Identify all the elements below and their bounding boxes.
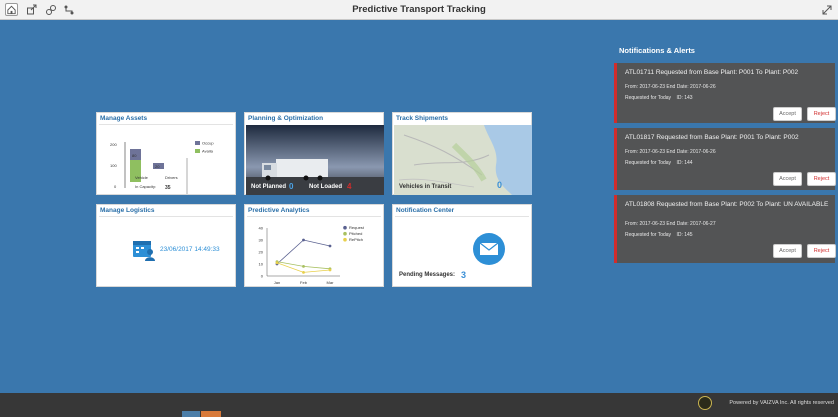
- vehicles-label: Vehicles in Transit: [399, 184, 452, 190]
- requested-text: Requested for Today: [625, 160, 672, 166]
- requested-text: Requested for Today: [625, 95, 672, 101]
- data-point: [328, 268, 332, 272]
- x-tick-label: Feb: [300, 280, 308, 285]
- y-tick: 0: [114, 184, 117, 189]
- accept-button[interactable]: Accept: [773, 107, 802, 121]
- data-point: [302, 271, 305, 274]
- notification-title: ATL01817 Requested from Base Plant: P001…: [625, 134, 799, 141]
- bar-label: Drivers: [165, 175, 178, 180]
- divider: [99, 216, 233, 217]
- taskbar-tab[interactable]: [182, 411, 200, 417]
- legend-label: Request: [349, 225, 365, 230]
- legend-label: Pitched: [349, 231, 362, 236]
- data-point: [275, 261, 279, 265]
- calendar-user-icon: [133, 241, 155, 261]
- y-tick-label: 20: [259, 250, 264, 255]
- reject-button[interactable]: Reject: [807, 107, 836, 121]
- footer-text: Powered by VAIZVA Inc. All rights reserv…: [729, 400, 834, 406]
- x-tick-label: Mar: [327, 280, 335, 285]
- legend-marker: [343, 225, 347, 230]
- datetime: 23/06/2017 14:49:33: [160, 246, 220, 253]
- bar-value: 80: [132, 153, 137, 158]
- notification-dates: From: 2017-06-23 End Date: 2017-06-27: [625, 221, 716, 227]
- data-point: [328, 244, 332, 248]
- company-logo: [698, 396, 712, 410]
- notification-requested: Requested for Today ID: 143: [625, 95, 693, 101]
- request-id: ID: 143: [676, 95, 693, 101]
- legend-label: Availa: [202, 149, 214, 154]
- divider: [395, 216, 529, 217]
- legend-swatch: [195, 149, 200, 153]
- reject-button[interactable]: Reject: [807, 244, 836, 258]
- requested-text: Requested for Today: [625, 232, 672, 238]
- predictive-analytics-tile[interactable]: Predictive Analytics 0 10 20 30 40 Jan Feb Mar R…: [244, 204, 384, 287]
- app-title: Predictive Transport Tracking: [352, 4, 486, 15]
- y-tick: 100: [110, 163, 117, 168]
- notification-center-tile[interactable]: Notification Center Pending Messages: 3: [392, 204, 532, 287]
- y-tick-label: 10: [259, 262, 264, 267]
- notification-dates: From: 2017-06-23 End Date: 2017-06-26: [625, 84, 716, 90]
- request-id: ID: 145: [676, 232, 693, 238]
- series-line: [276, 239, 331, 265]
- tile-title: Manage Logistics: [100, 207, 155, 214]
- predictive-line-chart: 0 10 20 30 40 Jan Feb Mar RequestPitchedRePitch: [259, 225, 365, 285]
- data-point: [302, 238, 305, 242]
- footer: Powered by VAIZVA Inc. All rights reserv…: [0, 393, 838, 417]
- request-id: ID: 144: [676, 160, 693, 166]
- legend-label: Occup: [202, 141, 214, 146]
- notification-title: ATL01808 Requested from Base Plant: P002…: [625, 201, 829, 208]
- legend-swatch: [195, 141, 200, 145]
- data-point: [302, 265, 305, 268]
- top-bar: Predictive Transport Tracking: [0, 0, 838, 20]
- notification-requested: Requested for Today ID: 145: [625, 232, 693, 238]
- x-tick-label: Jan: [274, 280, 280, 285]
- track-shipments-tile[interactable]: Track Shipments Vehicles in Transit 0: [392, 112, 532, 195]
- y-tick-label: 30: [259, 238, 264, 243]
- manage-assets-tile[interactable]: Manage Assets 200 100 0 80 20 Vehicle Dr…: [96, 112, 236, 195]
- bar-value: 20: [155, 164, 160, 169]
- tile-title: Track Shipments: [396, 115, 449, 122]
- not-loaded-label: Not Loaded: [309, 184, 342, 190]
- notification-card: ATL01808 Requested from Base Plant: P002…: [614, 195, 836, 263]
- vehicles-value: 0: [497, 180, 503, 190]
- y-tick-label: 40: [259, 226, 264, 231]
- notification-card: ATL01817 Requested from Base Plant: P001…: [614, 128, 836, 190]
- capacity-label: In Capacity:: [135, 184, 156, 189]
- capacity-value: 35: [165, 185, 171, 191]
- notification-requested: Requested for Today ID: 144: [625, 160, 693, 166]
- not-loaded-value: 4: [347, 182, 352, 191]
- notification-dates: From: 2017-06-23 End Date: 2017-06-26: [625, 149, 716, 155]
- pending-value: 3: [461, 270, 467, 280]
- expand-icon[interactable]: [820, 3, 833, 16]
- notifications-header: Notifications & Alerts: [619, 46, 695, 55]
- bar-label: Vehicle: [135, 175, 149, 180]
- y-tick-label: 0: [261, 274, 264, 279]
- accept-button[interactable]: Accept: [773, 244, 802, 258]
- legend-marker: [343, 231, 347, 236]
- assets-bar-chart: 200 100 0 80 20 Vehicle Drivers In Capac…: [110, 141, 214, 194]
- y-tick: 200: [110, 142, 117, 147]
- tile-title: Planning & Optimization: [248, 115, 324, 122]
- planning-tile[interactable]: Planning & Optimization Not Planned 0 No…: [244, 112, 384, 195]
- accept-button[interactable]: Accept: [773, 172, 802, 186]
- taskbar-tab-active[interactable]: [201, 411, 221, 417]
- legend-marker: [343, 237, 347, 242]
- tile-title: Notification Center: [396, 207, 455, 214]
- not-planned-label: Not Planned: [251, 184, 287, 190]
- manage-logistics-tile[interactable]: Manage Logistics 23/06/2017 14:49:33: [96, 204, 236, 287]
- notification-card: ATL01711 Requested from Base Plant: P001…: [614, 63, 836, 123]
- reject-button[interactable]: Reject: [807, 172, 836, 186]
- pending-label: Pending Messages:: [399, 272, 456, 278]
- legend-label: RePitch: [349, 237, 363, 242]
- envelope-icon: [473, 233, 505, 265]
- not-planned-value: 0: [289, 182, 294, 191]
- notification-title: ATL01711 Requested from Base Plant: P001…: [625, 69, 799, 76]
